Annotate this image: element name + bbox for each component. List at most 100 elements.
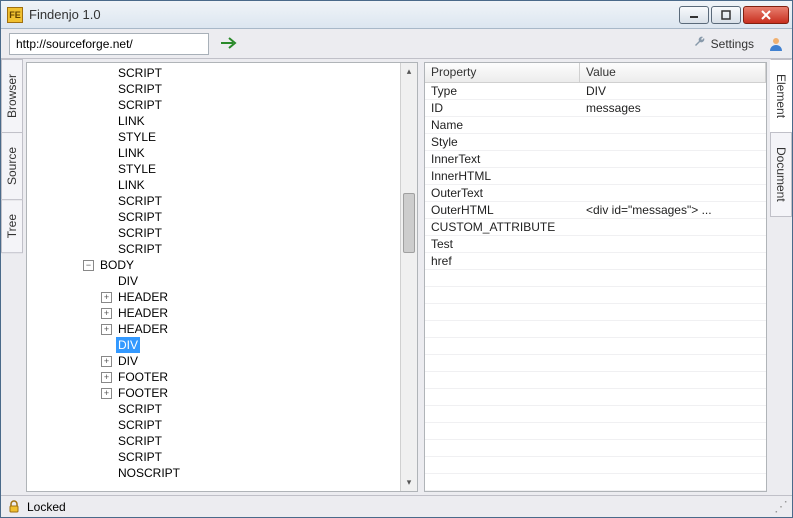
tree-node-label[interactable]: HEADER <box>116 289 170 305</box>
property-name: CUSTOM_ATTRIBUTE <box>425 219 580 235</box>
tree-node-label[interactable]: SCRIPT <box>116 401 164 417</box>
tree-node[interactable]: SCRIPT <box>47 209 417 225</box>
tree-node[interactable]: SCRIPT <box>47 225 417 241</box>
tree-node-label[interactable]: HEADER <box>116 321 170 337</box>
left-tab-tree[interactable]: Tree <box>1 199 23 253</box>
expand-icon[interactable]: + <box>101 388 112 399</box>
tree-node[interactable]: LINK <box>47 145 417 161</box>
tree-scrollbar[interactable]: ▴ ▾ <box>400 63 417 491</box>
tree-node[interactable]: + HEADER <box>47 289 417 305</box>
tree-node[interactable]: + HEADER <box>47 305 417 321</box>
property-row[interactable]: IDmessages <box>425 100 766 117</box>
tree-node-label[interactable]: FOOTER <box>116 385 170 401</box>
left-tab-browser[interactable]: Browser <box>1 59 23 133</box>
tree-node-label[interactable]: SCRIPT <box>116 81 164 97</box>
tree-node-label[interactable]: SCRIPT <box>116 65 164 81</box>
property-row[interactable]: Style <box>425 134 766 151</box>
tree-node[interactable]: SCRIPT <box>47 433 417 449</box>
tree-node-label[interactable]: SCRIPT <box>116 193 164 209</box>
tree-node-label[interactable]: SCRIPT <box>116 433 164 449</box>
property-row[interactable]: CUSTOM_ATTRIBUTE <box>425 219 766 236</box>
tree-node-label[interactable]: DIV <box>116 353 140 369</box>
tree-node[interactable]: + FOOTER <box>47 369 417 385</box>
left-tab-source[interactable]: Source <box>1 132 23 200</box>
minimize-button[interactable] <box>679 6 709 24</box>
expand-icon[interactable]: + <box>101 292 112 303</box>
go-button[interactable] <box>217 37 241 51</box>
expand-icon[interactable]: + <box>101 308 112 319</box>
property-row[interactable]: InnerText <box>425 151 766 168</box>
maximize-button[interactable] <box>711 6 741 24</box>
collapse-icon[interactable]: − <box>83 260 94 271</box>
tree-node-label[interactable]: SCRIPT <box>116 97 164 113</box>
url-input[interactable] <box>9 33 209 55</box>
tree-spacer <box>101 436 112 447</box>
tree-node-label[interactable]: SCRIPT <box>116 417 164 433</box>
user-icon[interactable] <box>768 36 784 52</box>
header-property[interactable]: Property <box>425 63 580 82</box>
dom-tree[interactable]: SCRIPTSCRIPTSCRIPTLINKSTYLELINKSTYLELINK… <box>27 63 417 491</box>
tree-node[interactable]: DIV <box>47 273 417 289</box>
tree-node-label[interactable]: STYLE <box>116 129 158 145</box>
tree-node[interactable]: LINK <box>47 177 417 193</box>
tree-node[interactable]: NOSCRIPT <box>47 465 417 481</box>
property-row[interactable]: TypeDIV <box>425 83 766 100</box>
tree-node-label[interactable]: SCRIPT <box>116 449 164 465</box>
settings-label: Settings <box>711 37 754 51</box>
property-row[interactable]: Test <box>425 236 766 253</box>
tree-node[interactable]: −BODY <box>47 257 417 273</box>
scroll-up-button[interactable]: ▴ <box>401 63 417 80</box>
property-row[interactable]: OuterHTML<div id="messages"> ... <box>425 202 766 219</box>
property-row[interactable]: InnerHTML <box>425 168 766 185</box>
wrench-icon <box>693 35 707 52</box>
tree-node[interactable]: LINK <box>47 113 417 129</box>
tree-node-label[interactable]: LINK <box>116 145 147 161</box>
tree-node-label[interactable]: SCRIPT <box>116 209 164 225</box>
tree-node-label[interactable]: STYLE <box>116 161 158 177</box>
settings-button[interactable]: Settings <box>687 35 760 52</box>
tree-node[interactable]: SCRIPT <box>47 193 417 209</box>
tree-node[interactable]: + FOOTER <box>47 385 417 401</box>
close-button[interactable] <box>743 6 789 24</box>
tree-node[interactable]: SCRIPT <box>47 65 417 81</box>
tree-node[interactable]: SCRIPT <box>47 417 417 433</box>
tree-node-label[interactable]: DIV <box>116 273 140 289</box>
header-value[interactable]: Value <box>580 63 766 82</box>
tree-node[interactable]: + DIV <box>47 353 417 369</box>
tree-node[interactable]: SCRIPT <box>47 81 417 97</box>
property-name: Style <box>425 134 580 150</box>
tree-node-label[interactable]: LINK <box>116 113 147 129</box>
tree-node[interactable]: SCRIPT <box>47 97 417 113</box>
tree-node-label[interactable]: DIV <box>116 337 140 353</box>
tree-node[interactable]: + HEADER <box>47 321 417 337</box>
expand-icon[interactable]: + <box>101 356 112 367</box>
tree-node-label[interactable]: SCRIPT <box>116 225 164 241</box>
tree-node[interactable]: SCRIPT <box>47 401 417 417</box>
property-row-empty <box>425 423 766 440</box>
right-tab-element[interactable]: Element <box>770 59 792 133</box>
tree-node[interactable]: SCRIPT <box>47 449 417 465</box>
tree-node-label[interactable]: FOOTER <box>116 369 170 385</box>
resize-grip[interactable]: ⋰ <box>774 498 786 515</box>
tree-node-label[interactable]: SCRIPT <box>116 241 164 257</box>
right-tab-document[interactable]: Document <box>770 132 792 217</box>
expand-icon[interactable]: + <box>101 324 112 335</box>
property-row[interactable]: Name <box>425 117 766 134</box>
titlebar[interactable]: FE Findenjo 1.0 <box>1 1 792 29</box>
property-name: OuterText <box>425 185 580 201</box>
scroll-thumb[interactable] <box>403 193 415 253</box>
property-row[interactable]: OuterText <box>425 185 766 202</box>
tree-node-label[interactable]: BODY <box>98 257 136 273</box>
tree-node-label[interactable]: NOSCRIPT <box>116 465 182 481</box>
property-value <box>580 134 766 150</box>
property-row[interactable]: href <box>425 253 766 270</box>
tree-node[interactable]: SCRIPT <box>47 241 417 257</box>
tree-node-label[interactable]: HEADER <box>116 305 170 321</box>
scroll-down-button[interactable]: ▾ <box>401 474 417 491</box>
tree-spacer <box>101 148 112 159</box>
tree-node[interactable]: STYLE <box>47 161 417 177</box>
expand-icon[interactable]: + <box>101 372 112 383</box>
tree-node[interactable]: STYLE <box>47 129 417 145</box>
tree-node[interactable]: DIV <box>47 337 417 353</box>
tree-node-label[interactable]: LINK <box>116 177 147 193</box>
